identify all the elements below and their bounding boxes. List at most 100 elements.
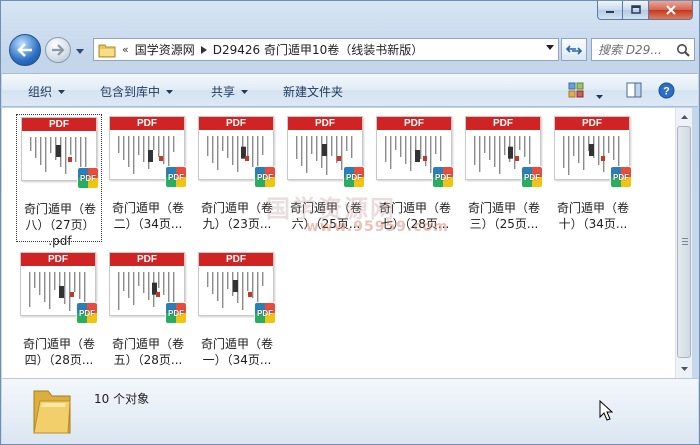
chevron-down-icon <box>166 89 174 94</box>
pdf-badge-icon: PDF <box>254 302 276 324</box>
breadcrumb-overflow[interactable]: « <box>122 43 129 56</box>
pdf-badge-icon: PDF <box>432 166 454 188</box>
breadcrumb-item[interactable]: D29426 奇门遁甲10卷（线装书新版） <box>213 41 424 58</box>
file-name: 奇门遁甲（卷 四）（28页... <box>16 336 102 368</box>
search-box[interactable] <box>591 38 695 61</box>
file-name-line: .pdf <box>48 234 72 248</box>
file-name-line: 二）（34页... <box>113 217 183 231</box>
file-item[interactable]: PDF PDF 奇门遁甲（卷 十）（34页... <box>550 114 636 242</box>
explorer-window: « 国学资源网 D29426 奇门遁甲10卷（线装书新版） 组织 包含到库中 共… <box>0 0 700 445</box>
file-name: 奇门遁甲（卷 一）（34页... <box>194 336 280 368</box>
pdf-badge-label: PDF <box>435 172 451 182</box>
pdf-badge-label: PDF <box>257 308 273 318</box>
scrollbar-grip <box>682 238 688 239</box>
file-name: 奇门遁甲（卷 三）（25页... <box>461 200 547 232</box>
pdf-badge-label: PDF <box>524 172 540 182</box>
back-button[interactable] <box>9 34 41 66</box>
file-name: 奇门遁甲（卷 五）（28页... <box>105 336 191 368</box>
file-name-line: 三）（25页... <box>469 217 539 231</box>
file-item[interactable]: PDF PDF 奇门遁甲（卷 三）（25页... <box>461 114 547 242</box>
file-name: 奇门遁甲（卷 二）（34页... <box>105 200 191 232</box>
include-in-library-label: 包含到库中 <box>100 85 161 99</box>
pdf-file-icon: PDF PDF <box>109 116 187 190</box>
pdf-badge-icon: PDF <box>76 302 98 324</box>
change-view-button[interactable] <box>568 82 584 101</box>
file-item[interactable]: PDF PDF 奇门遁甲（卷 八）（27页） .pdf <box>16 114 102 248</box>
file-item[interactable]: PDF PDF 奇门遁甲（卷 二）（34页... <box>105 114 191 242</box>
chevron-down-icon <box>241 89 249 94</box>
file-item[interactable]: PDF PDF 奇门遁甲（卷 四）（28页... <box>16 250 102 378</box>
recent-pages-dropdown[interactable] <box>75 46 85 56</box>
refresh-button[interactable] <box>561 38 587 61</box>
file-name-line: 五）（28页... <box>113 353 183 367</box>
scroll-down-button[interactable] <box>676 360 692 377</box>
organize-button[interactable]: 组织 <box>28 83 66 100</box>
file-name-line: 奇门遁甲（卷 <box>23 202 96 216</box>
pdf-badge-icon: PDF <box>521 166 543 188</box>
pdf-badge-icon: PDF <box>77 167 99 189</box>
chevron-right-icon[interactable] <box>200 45 207 54</box>
chevron-down-icon <box>58 89 66 94</box>
pdf-file-icon: PDF PDF <box>287 116 365 190</box>
forward-arrow-icon <box>52 44 65 56</box>
chevron-down-icon <box>76 48 84 54</box>
scrollbar-grip <box>682 244 688 245</box>
file-list[interactable]: PDF PDF 奇门遁甲（卷 八）（27页） .pdf PDF PDF 奇门遁甲（卷 二）（34… <box>2 108 675 378</box>
pdf-file-icon: PDF PDF <box>21 117 99 191</box>
svg-text:?: ? <box>663 86 670 98</box>
pdf-file-icon: PDF PDF <box>554 116 632 190</box>
maximize-button[interactable] <box>623 1 649 20</box>
minimize-button[interactable] <box>597 1 623 20</box>
scroll-up-button[interactable] <box>676 108 692 125</box>
preview-pane-button[interactable] <box>626 82 642 101</box>
chevron-down-icon <box>680 366 688 371</box>
chevron-down-icon <box>596 95 603 99</box>
file-name-line: 四）（28页... <box>24 353 94 367</box>
pdf-badge-icon: PDF <box>343 166 365 188</box>
search-input[interactable] <box>598 42 680 57</box>
file-item[interactable]: PDF PDF 奇门遁甲（卷 一）（34页... <box>194 250 280 378</box>
search-icon[interactable] <box>676 43 690 57</box>
pdf-band: PDF <box>288 117 362 130</box>
new-folder-button[interactable]: 新建文件夹 <box>283 83 343 100</box>
pdf-badge-label: PDF <box>168 172 184 182</box>
pdf-badge-icon: PDF <box>610 166 632 188</box>
file-item[interactable]: PDF PDF 奇门遁甲（卷 五）（28页... <box>105 250 191 378</box>
navigation-bar: « 国学资源网 D29426 奇门遁甲10卷（线装书新版） <box>9 31 695 67</box>
pdf-band: PDF <box>199 117 273 130</box>
scrollbar-grip <box>682 241 688 242</box>
scrollbar-thumb[interactable] <box>677 126 691 358</box>
refresh-icon <box>566 44 582 55</box>
new-folder-label: 新建文件夹 <box>283 85 344 99</box>
file-name: 奇门遁甲（卷 十）（34页... <box>550 200 636 232</box>
command-bar: 组织 包含到库中 共享 新建文件夹 ? <box>2 73 698 107</box>
pdf-band: PDF <box>110 117 184 130</box>
share-button[interactable]: 共享 <box>211 83 249 100</box>
pdf-badge-label: PDF <box>346 172 362 182</box>
breadcrumb-item[interactable]: 国学资源网 <box>135 41 195 58</box>
pdf-band: PDF <box>22 118 96 131</box>
include-in-library-button[interactable]: 包含到库中 <box>100 83 174 100</box>
pdf-band: PDF <box>199 253 273 266</box>
help-button[interactable]: ? <box>658 82 675 102</box>
vertical-scrollbar[interactable] <box>675 108 692 378</box>
pdf-band: PDF <box>21 253 95 266</box>
file-name-line: 一）（34页... <box>202 353 272 367</box>
close-button[interactable] <box>649 1 693 20</box>
pdf-band: PDF <box>555 117 629 130</box>
view-options-dropdown[interactable] <box>596 88 603 102</box>
address-bar[interactable]: « 国学资源网 D29426 奇门遁甲10卷（线装书新版） <box>93 38 559 61</box>
pdf-badge-label: PDF <box>168 308 184 318</box>
share-label: 共享 <box>211 85 236 99</box>
pdf-badge-icon: PDF <box>165 166 187 188</box>
pdf-file-icon: PDF PDF <box>465 116 543 190</box>
file-name-line: 奇门遁甲（卷 <box>556 201 629 215</box>
file-name-line: 奇门遁甲（卷 <box>22 337 95 351</box>
pdf-file-icon: PDF PDF <box>198 252 276 326</box>
chevron-down-icon[interactable] <box>546 45 554 50</box>
pdf-badge-label: PDF <box>257 172 273 182</box>
forward-button[interactable] <box>45 37 71 63</box>
file-name-line: 奇门遁甲（卷 <box>111 201 184 215</box>
pdf-band: PDF <box>110 253 184 266</box>
pdf-file-icon: PDF PDF <box>20 252 98 326</box>
